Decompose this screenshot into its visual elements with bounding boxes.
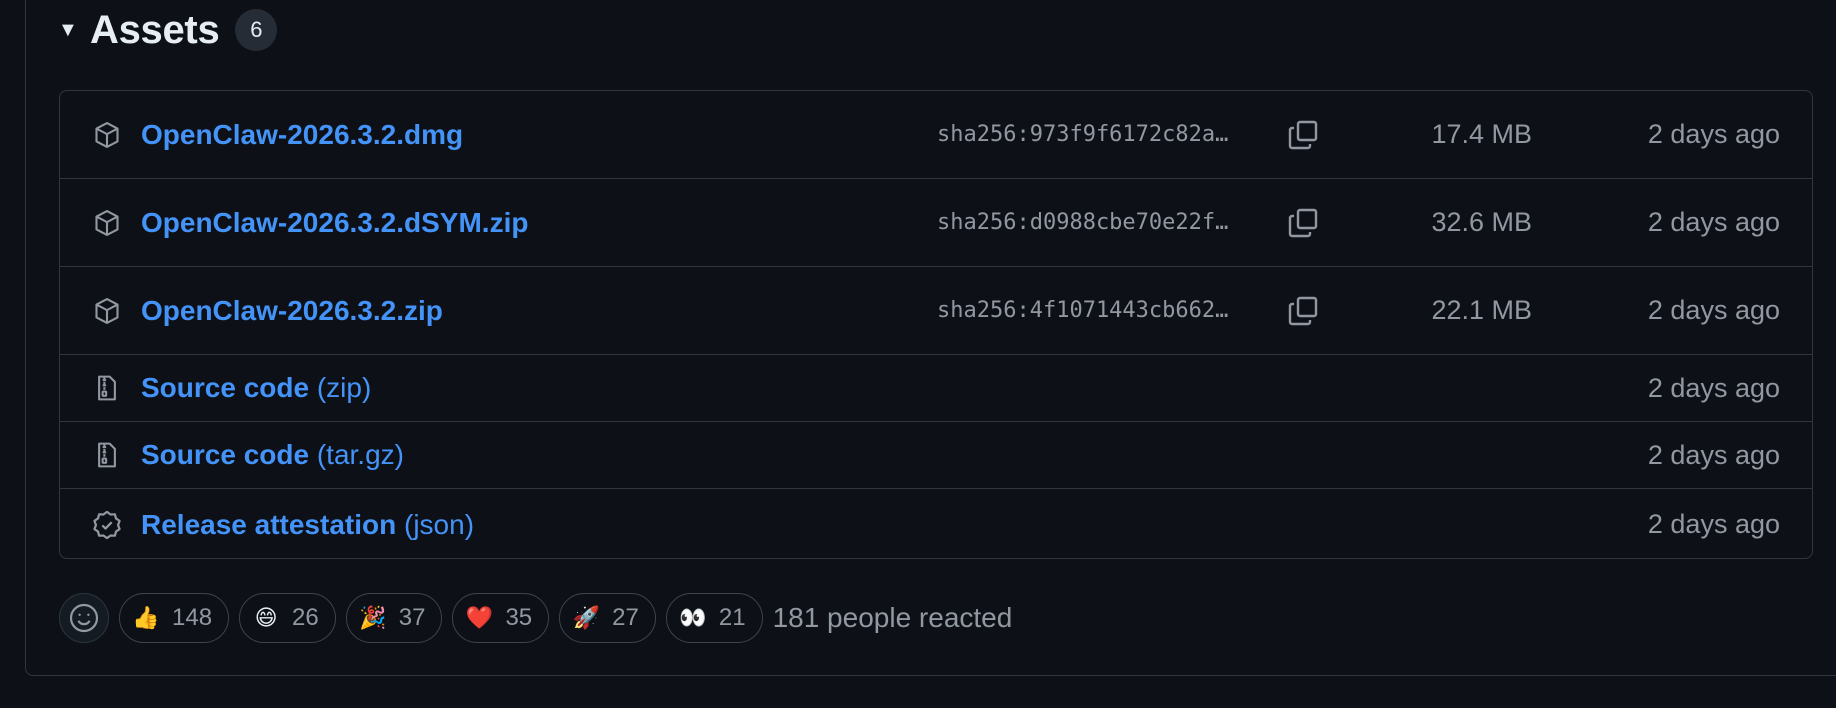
source-code-tar-link[interactable]: Source code (tar.gz) [141,439,404,471]
reaction-count: 26 [292,604,319,631]
asset-row: Source code (tar.gz) 2 days ago [60,422,1812,489]
asset-row: OpenClaw-2026.3.2.dSYM.zip sha256:d0988c… [60,179,1812,267]
asset-row: Source code (zip) 2 days ago [60,355,1812,422]
asset-link-ext: (zip) [316,372,372,403]
reaction-heart[interactable]: ❤️ 35 [452,593,550,643]
asset-time: 2 days ago [1647,119,1780,149]
file-zip-icon [92,373,122,403]
reactions-summary: 181 people reacted [772,602,1013,633]
asset-time: 2 days ago [1647,295,1780,325]
release-attestation-link[interactable]: Release attestation (json) [141,509,474,541]
package-icon [92,296,122,326]
copy-icon[interactable] [1286,294,1320,328]
asset-link-label: Source code [141,372,310,403]
asset-link-ext: (json) [404,508,475,540]
asset-link-label: Source code [141,439,310,470]
asset-time: 2 days ago [1647,439,1780,470]
reaction-count: 37 [398,604,426,631]
package-icon [92,120,122,150]
asset-size: 17.4 MB [1431,119,1532,149]
reaction-eyes[interactable]: 👀 21 [665,593,763,643]
add-reaction-button[interactable] [59,593,109,643]
asset-size: 22.1 MB [1431,295,1532,325]
asset-size: 32.6 MB [1431,207,1532,237]
thumbs-up-emoji: 👍 [132,605,160,630]
eyes-emoji: 👀 [679,605,707,630]
asset-row: Release attestation (json) 2 days ago [60,489,1812,558]
asset-time: 2 days ago [1647,509,1780,539]
assets-title[interactable]: Assets [90,8,220,53]
caret-down-icon[interactable]: ▼ [58,19,90,42]
assets-count-badge: 6 [235,9,278,51]
asset-link[interactable]: OpenClaw-2026.3.2.dmg [141,119,463,151]
assets-list: OpenClaw-2026.3.2.dmg sha256:973f9f6172c… [59,90,1813,559]
rocket-emoji: 🚀 [572,605,600,630]
reaction-count: 35 [505,604,533,631]
asset-row: OpenClaw-2026.3.2.dmg sha256:973f9f6172c… [60,91,1812,179]
asset-row: OpenClaw-2026.3.2.zip sha256:4f1071443cb… [60,267,1812,355]
reaction-rocket[interactable]: 🚀 27 [559,593,656,643]
asset-time: 2 days ago [1647,372,1780,403]
heart-emoji: ❤️ [465,605,494,630]
reaction-count: 148 [172,604,213,631]
asset-link[interactable]: OpenClaw-2026.3.2.zip [141,295,443,327]
reaction-count: 21 [718,604,746,631]
copy-icon[interactable] [1286,206,1320,240]
asset-time: 2 days ago [1647,207,1780,237]
asset-sha: sha256:973f9f6172c82a… [937,122,1229,147]
file-zip-icon [92,440,122,470]
assets-header[interactable]: ▼ Assets 6 [58,4,278,56]
reactions-bar: 👍 148 😄 26 🎉 37 ❤️ 35 🚀 27 👀 21 181 people rea… [59,592,1012,644]
smiley-icon [69,603,99,633]
asset-sha: sha256:d0988cbe70e22f… [937,210,1229,235]
reaction-laugh[interactable]: 😄 26 [239,593,336,643]
reaction-count: 27 [612,604,639,631]
package-icon [92,208,122,238]
asset-link[interactable]: OpenClaw-2026.3.2.dSYM.zip [141,207,528,239]
asset-link-ext: (tar.gz) [316,439,404,470]
hooray-emoji: 🎉 [359,605,387,630]
reaction-thumbs-up[interactable]: 👍 148 [119,593,230,643]
copy-icon[interactable] [1286,118,1320,152]
verified-icon [92,510,122,540]
asset-sha: sha256:4f1071443cb662… [937,298,1229,323]
laugh-emoji: 😄 [254,605,278,630]
reaction-hooray[interactable]: 🎉 37 [345,593,443,643]
source-code-zip-link[interactable]: Source code (zip) [141,372,371,404]
asset-link-label: Release attestation [141,508,397,540]
